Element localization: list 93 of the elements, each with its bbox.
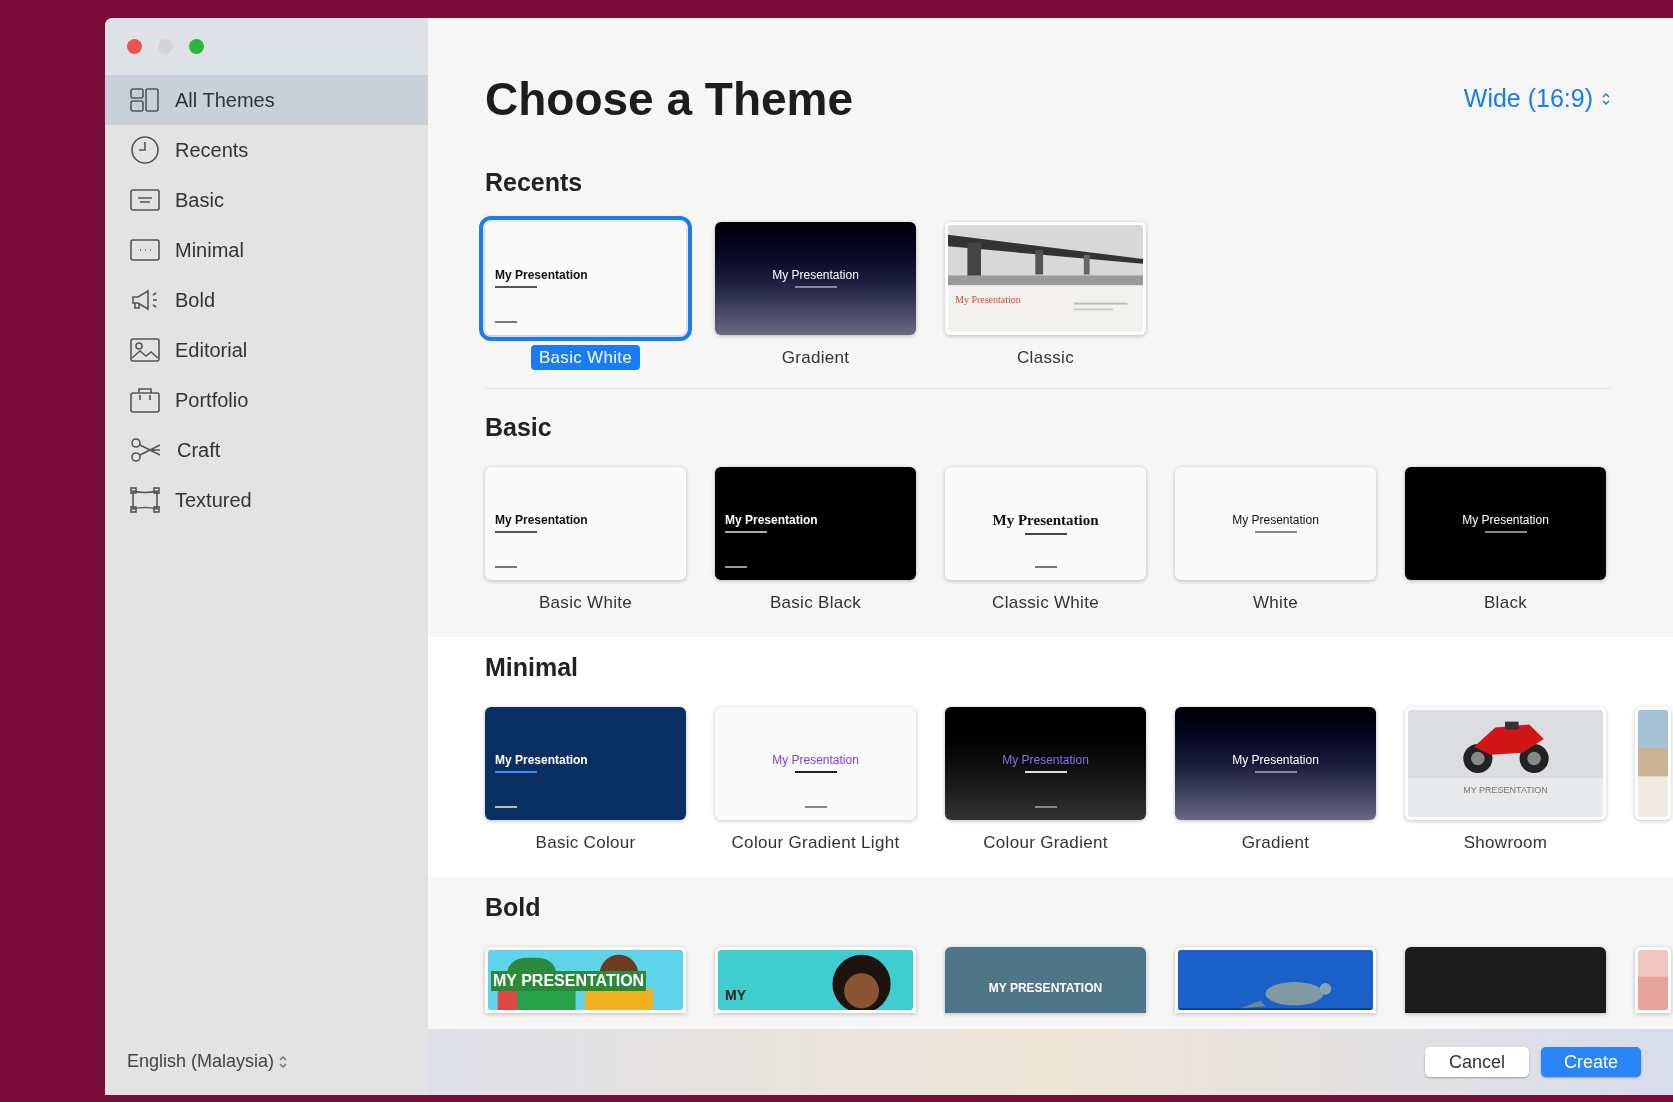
slide-title: MY PRESENTATION — [491, 970, 647, 991]
subtitle-line — [794, 771, 837, 773]
subtitle-line — [794, 286, 837, 288]
slide-title: My Presentation — [955, 293, 1021, 306]
footer-line — [1035, 805, 1057, 808]
slide-title: My Presentation — [1462, 513, 1549, 528]
subtitle-line — [1484, 531, 1527, 533]
theme-thumbnail[interactable]: MY PRESENTATION — [1405, 706, 1606, 820]
subtitle-line — [1254, 771, 1297, 773]
sidebar-item[interactable]: Editorial — [105, 325, 428, 375]
slide-title: My Presentation — [725, 513, 818, 528]
theme-name: Black — [1482, 591, 1529, 614]
subtitle-line — [1024, 532, 1067, 535]
theme-name: Basic White — [530, 344, 641, 370]
close-button[interactable] — [127, 39, 142, 54]
section-heading: Basic — [485, 412, 553, 443]
theme-name: Colour Gradient — [982, 831, 1109, 854]
theme-thumbnail[interactable]: My Presentation — [1405, 466, 1606, 580]
slide-title: MY PRESENTATION — [1462, 784, 1549, 796]
theme-name: Basic Colour — [534, 831, 637, 854]
footer-line — [495, 565, 517, 568]
theme-thumbnail[interactable]: My Presentation — [1175, 706, 1376, 820]
dialog-title: Choose a Theme — [485, 76, 854, 122]
footer-line — [725, 565, 747, 568]
language-menu[interactable]: English (Malaysia) — [127, 1048, 289, 1075]
grid-icon — [129, 87, 161, 113]
frame-icon — [129, 485, 161, 515]
dotted-box-icon — [129, 237, 161, 263]
create-button[interactable]: Create — [1541, 1047, 1641, 1077]
clock-icon — [129, 135, 161, 165]
theme-thumbnail[interactable]: My Presentation — [945, 706, 1146, 820]
sidebar-item[interactable]: Basic — [105, 175, 428, 225]
scissors-icon — [129, 436, 163, 464]
theme-name: Colour Gradient Light — [730, 831, 901, 854]
theme-name: Classic White — [991, 591, 1100, 614]
theme-thumbnail[interactable]: My Presentation — [715, 466, 916, 580]
theme-thumbnail[interactable]: My Presentation — [485, 466, 686, 580]
slide-title: MY PRESENTATION — [987, 980, 1104, 996]
theme-thumbnail[interactable] — [1635, 946, 1671, 1013]
slide-title: My Presentation — [495, 268, 588, 283]
subtitle-line — [495, 531, 537, 533]
image-icon — [129, 337, 161, 363]
subtitle-line — [495, 771, 537, 773]
subtitle-line — [725, 531, 767, 533]
slide-title: My Presentation — [772, 753, 859, 768]
theme-thumbnail[interactable] — [1405, 946, 1606, 1013]
footer-line — [495, 805, 517, 808]
slide-title: My Presentation — [495, 513, 588, 528]
sidebar-item[interactable]: Craft — [105, 425, 428, 475]
footer-line — [1035, 565, 1057, 568]
chevron-updown-icon — [278, 1053, 289, 1070]
section-heading: Bold — [485, 892, 542, 923]
sidebar-item[interactable]: Portfolio — [105, 375, 428, 425]
footer-line — [805, 805, 827, 808]
slide-title: My Presentation — [772, 268, 859, 283]
section-heading: Recents — [485, 167, 584, 198]
briefcase-icon — [129, 386, 161, 414]
sidebar-item[interactable]: All Themes — [105, 75, 428, 125]
subtitle-line — [495, 286, 537, 288]
theme-name: White — [1252, 591, 1299, 614]
theme-thumbnail[interactable]: My Presentation — [485, 706, 686, 820]
theme-thumbnail[interactable]: My Presentation — [945, 221, 1146, 335]
subtitle-line — [1024, 771, 1067, 773]
section-heading: Minimal — [485, 652, 580, 683]
slide-title: My Presentation — [1002, 753, 1089, 768]
theme-name: Showroom — [1462, 831, 1549, 854]
theme-name: Classic — [1016, 346, 1075, 369]
sidebar-item[interactable]: Bold — [105, 275, 428, 325]
theme-thumbnail[interactable]: My Presentation — [715, 706, 916, 820]
slide-title: My Presentation — [992, 511, 1099, 530]
theme-name: Basic Black — [768, 591, 863, 614]
theme-thumbnail[interactable]: MY PRESENTATION — [945, 946, 1146, 1013]
theme-thumbnail[interactable]: MY PRESENTATION — [485, 946, 686, 1013]
theme-name: Basic White — [537, 591, 634, 614]
cancel-button[interactable]: Cancel — [1425, 1047, 1529, 1077]
theme-thumbnail[interactable]: My Presentation — [1175, 466, 1376, 580]
slide-size-menu[interactable]: Wide (16:9) — [1463, 80, 1611, 118]
sidebar-item[interactable]: Textured — [105, 475, 428, 525]
zoom-button[interactable] — [189, 39, 204, 54]
theme-name: Gradient — [1240, 831, 1311, 854]
slide-title: My Presentation — [1232, 753, 1319, 768]
slide-title: My Presentation — [495, 753, 588, 768]
sidebar-item[interactable]: Recents — [105, 125, 428, 175]
theme-thumbnail[interactable]: My Presentation — [715, 221, 916, 335]
footer-line — [495, 320, 517, 323]
text-box-icon — [129, 187, 161, 213]
theme-thumbnail[interactable]: My Presentation — [945, 466, 1146, 580]
sidebar-item[interactable]: Minimal — [105, 225, 428, 275]
subtitle-line — [1254, 531, 1297, 533]
chevron-updown-icon — [1601, 90, 1611, 108]
slide-title: My Presentation — [1232, 513, 1319, 528]
theme-thumbnail[interactable]: MY — [715, 946, 916, 1013]
theme-name: Gradient — [780, 346, 851, 369]
